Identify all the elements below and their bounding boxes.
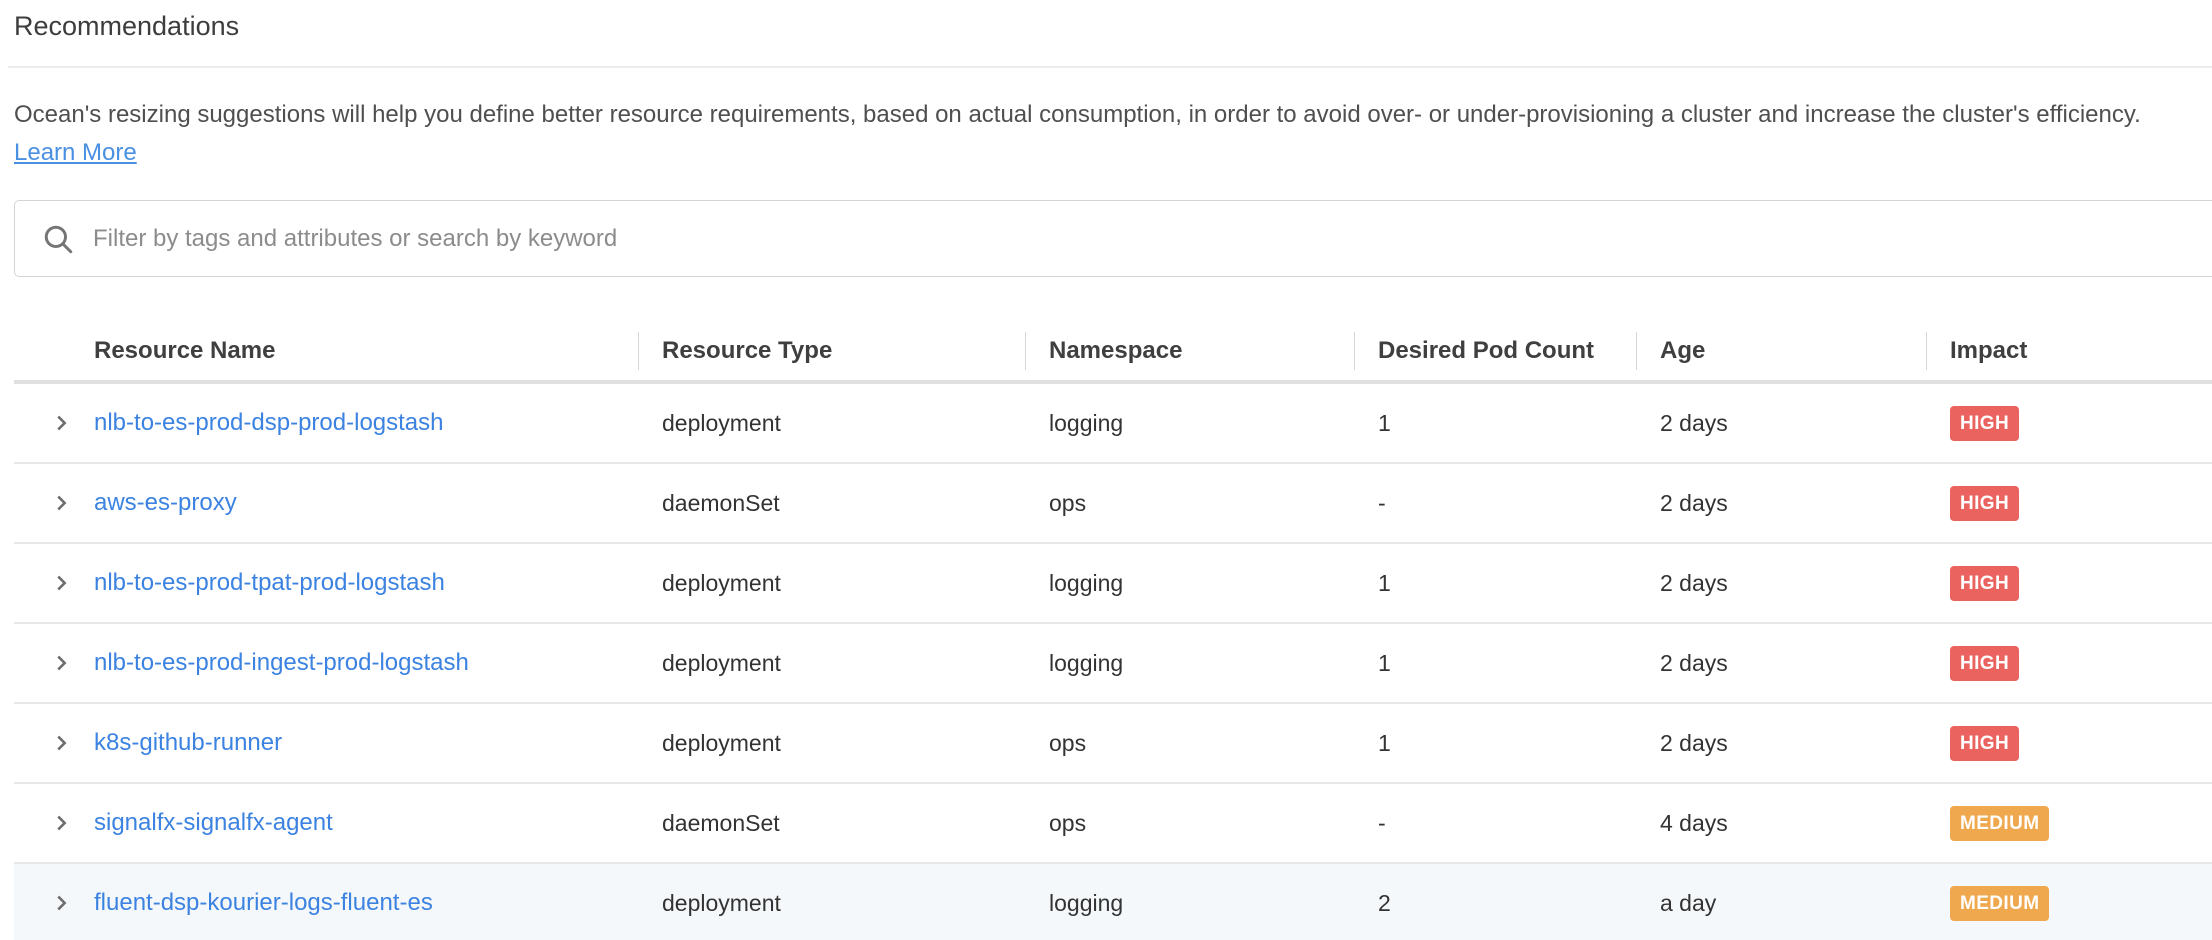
resource-name-link[interactable]: k8s-github-runner: [94, 729, 638, 757]
expand-row-button[interactable]: [14, 572, 94, 594]
column-header-resource-name[interactable]: Resource Name: [94, 322, 638, 380]
pod-count-cell: -: [1354, 490, 1636, 517]
namespace-cell: logging: [1025, 410, 1354, 437]
impact-badge: HIGH: [1950, 406, 2019, 441]
column-header-namespace[interactable]: Namespace: [1025, 322, 1354, 380]
expand-row-button[interactable]: [14, 732, 94, 754]
age-cell: a day: [1636, 890, 1926, 917]
namespace-cell: ops: [1025, 490, 1354, 517]
learn-more-link[interactable]: Learn More: [14, 139, 137, 166]
expand-row-button[interactable]: [14, 492, 94, 514]
chevron-right-icon: [50, 652, 72, 674]
expand-row-button[interactable]: [14, 892, 94, 914]
column-header-expand: [14, 322, 94, 380]
search-input[interactable]: [93, 225, 2212, 253]
pod-count-cell: 1: [1354, 650, 1636, 677]
search-bar[interactable]: [14, 200, 2212, 277]
chevron-right-icon: [50, 412, 72, 434]
pod-count-cell: 1: [1354, 410, 1636, 437]
table-row[interactable]: nlb-to-es-prod-ingest-prod-logstash depl…: [14, 624, 2212, 704]
chevron-right-icon: [50, 572, 72, 594]
age-cell: 2 days: [1636, 570, 1926, 597]
age-cell: 2 days: [1636, 730, 1926, 757]
column-header-desired-pod-count[interactable]: Desired Pod Count: [1354, 322, 1636, 380]
recommendations-page: Recommendations Ocean's resizing suggest…: [0, 0, 2212, 940]
resource-type-cell: deployment: [638, 730, 1025, 757]
recommendations-table: Resource Name Resource Type Namespace De…: [14, 322, 2212, 940]
chevron-right-icon: [50, 492, 72, 514]
impact-badge: HIGH: [1950, 566, 2019, 601]
expand-row-button[interactable]: [14, 412, 94, 434]
namespace-cell: logging: [1025, 570, 1354, 597]
table-row[interactable]: nlb-to-es-prod-dsp-prod-logstash deploym…: [14, 384, 2212, 464]
pod-count-cell: -: [1354, 810, 1636, 837]
pod-count-cell: 1: [1354, 730, 1636, 757]
table-row[interactable]: aws-es-proxy daemonSet ops - 2 days HIGH: [14, 464, 2212, 544]
namespace-cell: logging: [1025, 890, 1354, 917]
table-row[interactable]: fluent-dsp-kourier-logs-fluent-es deploy…: [14, 864, 2212, 940]
page-title: Recommendations: [14, 10, 2212, 42]
column-header-impact[interactable]: Impact: [1926, 322, 2212, 380]
search-icon: [41, 222, 75, 256]
namespace-cell: ops: [1025, 730, 1354, 757]
chevron-right-icon: [50, 812, 72, 834]
resource-type-cell: deployment: [638, 570, 1025, 597]
expand-row-button[interactable]: [14, 652, 94, 674]
chevron-right-icon: [50, 732, 72, 754]
impact-badge: HIGH: [1950, 486, 2019, 521]
header-divider: [8, 66, 2212, 68]
resource-name-link[interactable]: nlb-to-es-prod-dsp-prod-logstash: [94, 409, 638, 437]
pod-count-cell: 2: [1354, 890, 1636, 917]
resource-type-cell: deployment: [638, 410, 1025, 437]
impact-badge: MEDIUM: [1950, 806, 2049, 841]
table-row[interactable]: k8s-github-runner deployment ops 1 2 day…: [14, 704, 2212, 784]
impact-badge: HIGH: [1950, 726, 2019, 761]
resource-type-cell: deployment: [638, 890, 1025, 917]
column-header-age[interactable]: Age: [1636, 322, 1926, 380]
column-header-resource-type[interactable]: Resource Type: [638, 322, 1025, 380]
impact-badge: HIGH: [1950, 646, 2019, 681]
resource-name-link[interactable]: nlb-to-es-prod-ingest-prod-logstash: [94, 649, 638, 677]
pod-count-cell: 1: [1354, 570, 1636, 597]
resource-name-link[interactable]: aws-es-proxy: [94, 489, 638, 517]
description-text: Ocean's resizing suggestions will help y…: [14, 101, 2141, 128]
namespace-cell: logging: [1025, 650, 1354, 677]
resource-name-link[interactable]: signalfx-signalfx-agent: [94, 809, 638, 837]
resource-type-cell: daemonSet: [638, 490, 1025, 517]
resource-name-link[interactable]: fluent-dsp-kourier-logs-fluent-es: [94, 889, 638, 917]
age-cell: 2 days: [1636, 490, 1926, 517]
chevron-right-icon: [50, 892, 72, 914]
table-row[interactable]: nlb-to-es-prod-tpat-prod-logstash deploy…: [14, 544, 2212, 624]
impact-badge: MEDIUM: [1950, 886, 2049, 921]
expand-row-button[interactable]: [14, 812, 94, 834]
resource-type-cell: deployment: [638, 650, 1025, 677]
page-description: Ocean's resizing suggestions will help y…: [14, 96, 2198, 172]
resource-name-link[interactable]: nlb-to-es-prod-tpat-prod-logstash: [94, 569, 638, 597]
age-cell: 2 days: [1636, 410, 1926, 437]
age-cell: 4 days: [1636, 810, 1926, 837]
table-header-row: Resource Name Resource Type Namespace De…: [14, 322, 2212, 384]
age-cell: 2 days: [1636, 650, 1926, 677]
resource-type-cell: daemonSet: [638, 810, 1025, 837]
namespace-cell: ops: [1025, 810, 1354, 837]
table-row[interactable]: signalfx-signalfx-agent daemonSet ops - …: [14, 784, 2212, 864]
